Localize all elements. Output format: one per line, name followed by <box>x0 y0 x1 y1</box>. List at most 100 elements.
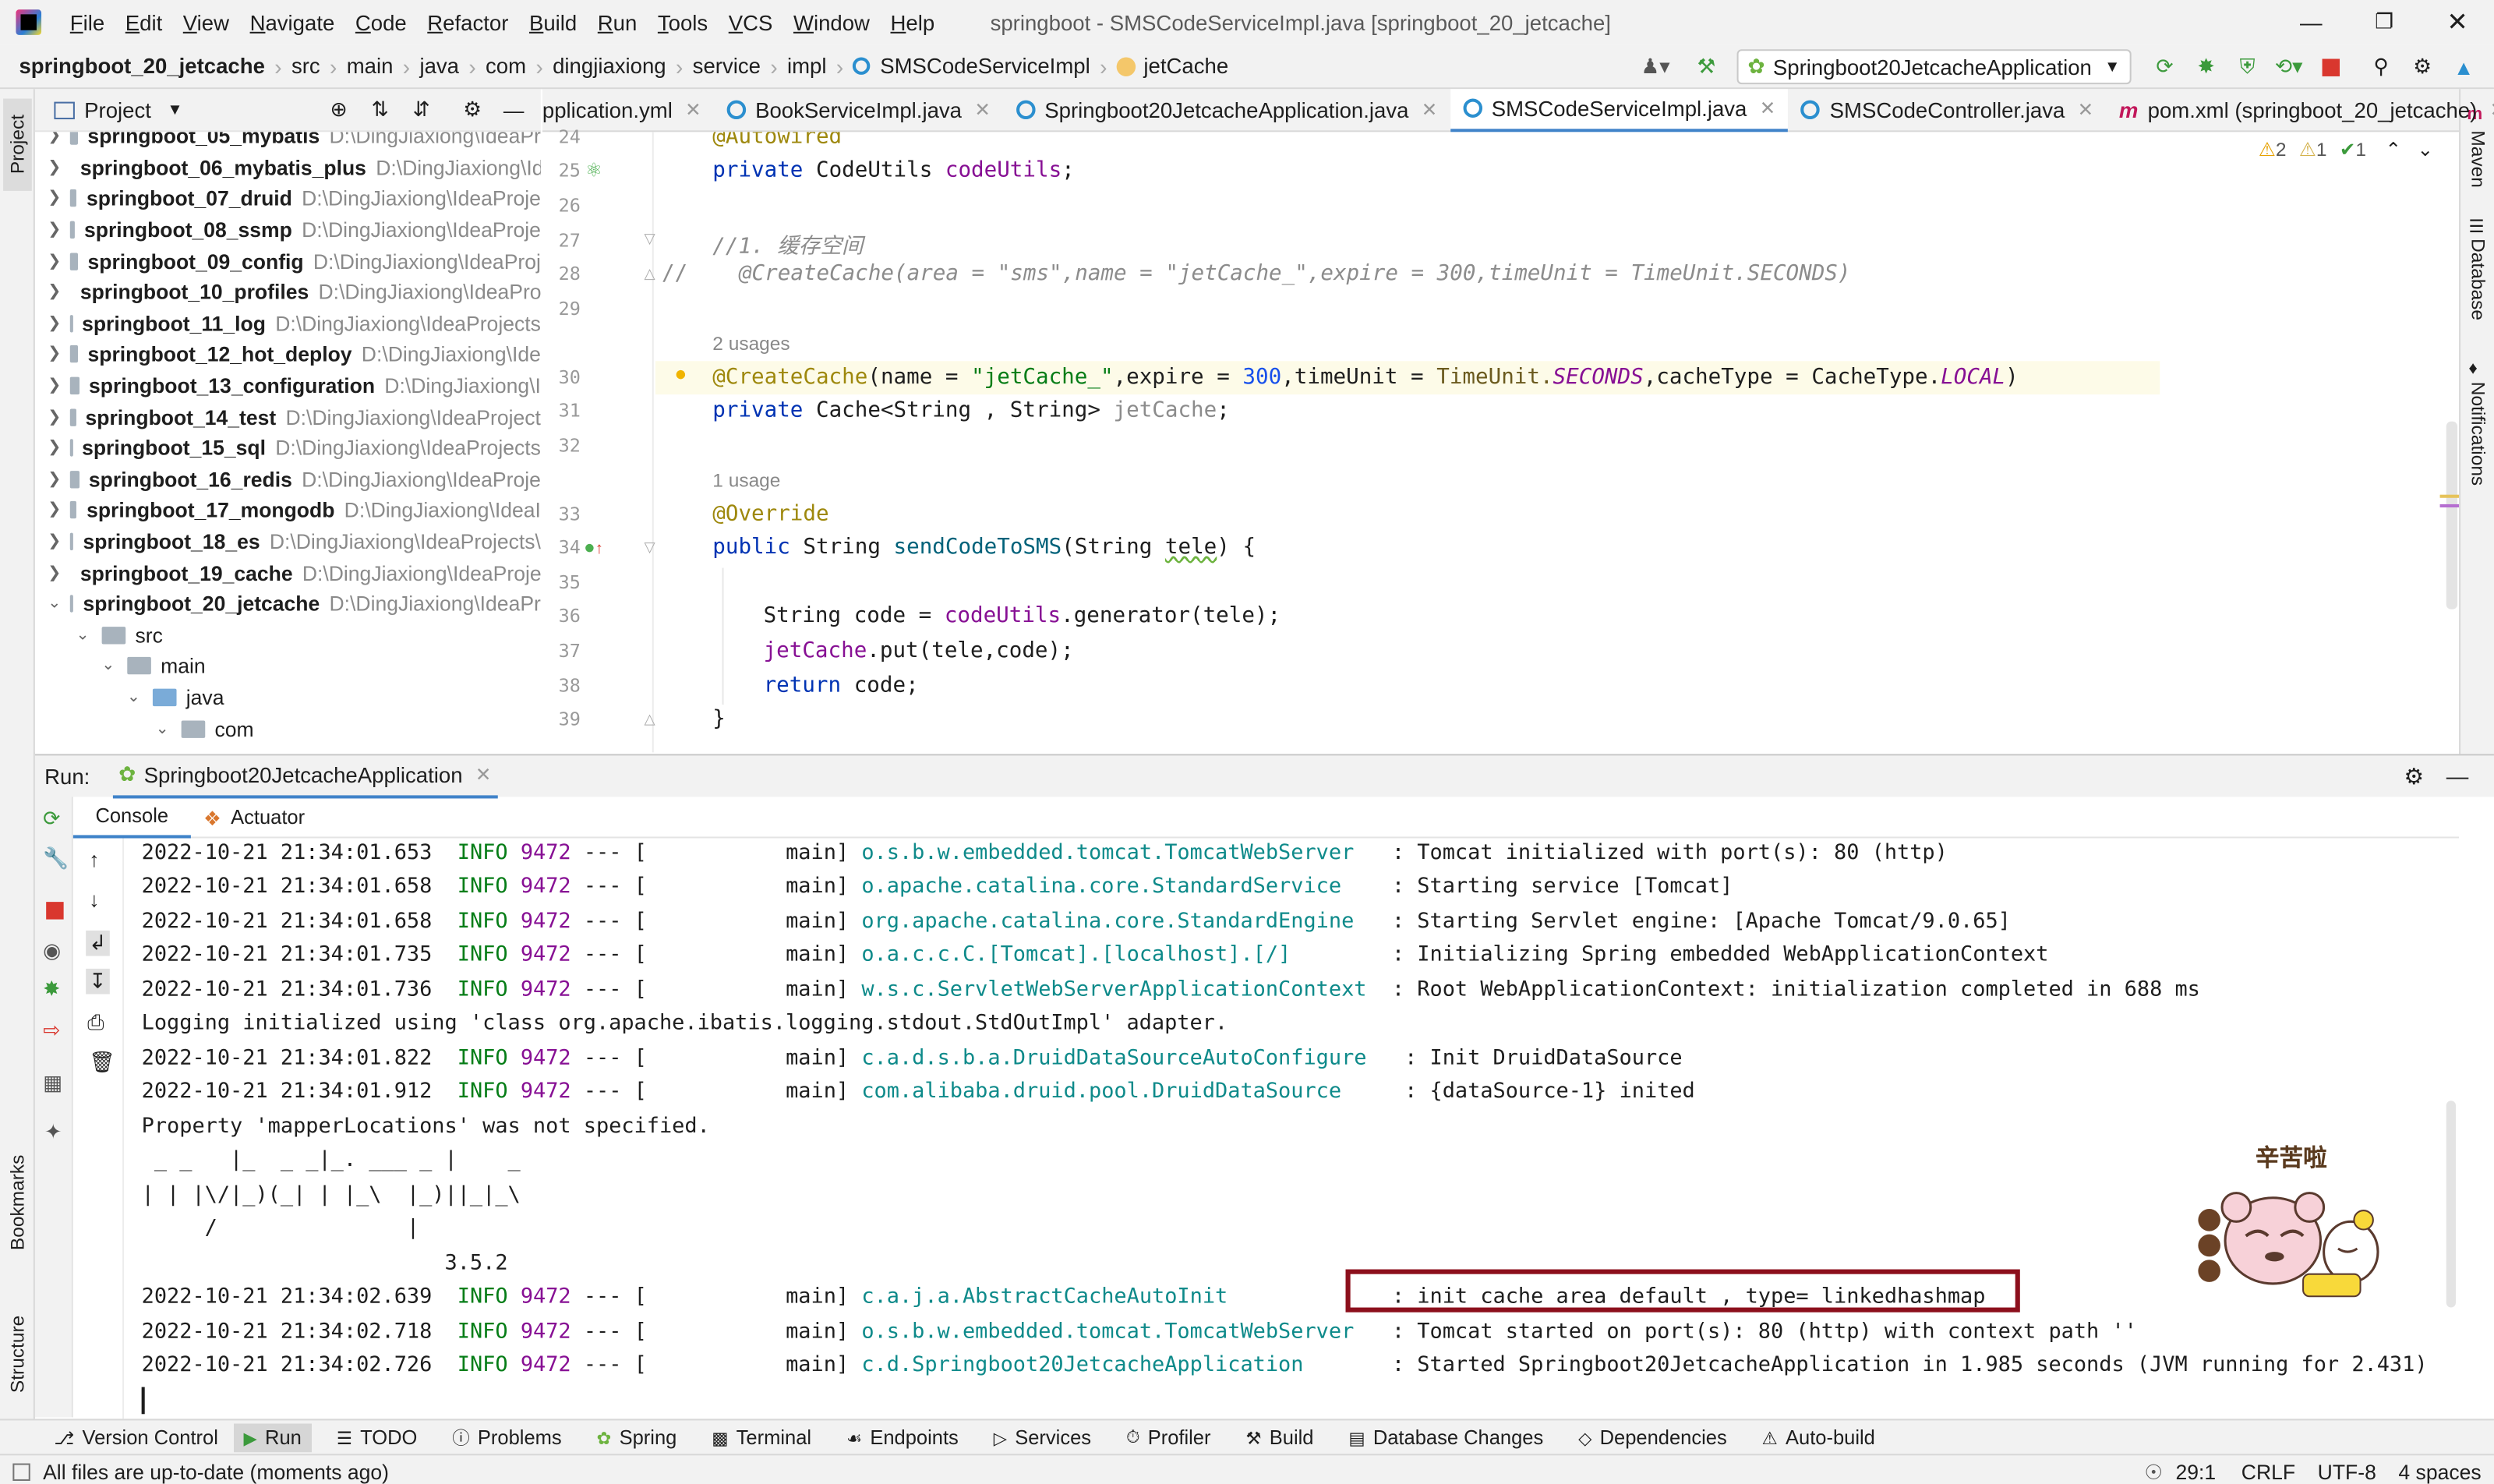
crumb-com[interactable]: com <box>486 54 526 78</box>
menu-help[interactable]: Help <box>890 10 934 34</box>
bulb-icon[interactable]: ● <box>674 361 687 385</box>
tree-item[interactable]: ⌄ com <box>35 713 541 744</box>
fold-icon[interactable]: ▽ <box>645 539 655 556</box>
tab-smscode-service-impl[interactable]: SMSCodeServiceImpl.java ✕ <box>1450 88 1789 132</box>
error-stripe-mark[interactable] <box>2439 494 2460 498</box>
close-icon[interactable]: ✕ <box>475 764 492 786</box>
user-icon[interactable]: ♟▾ <box>1641 52 1669 81</box>
log-logger[interactable]: com.alibaba.druid.pool.DruidDataSource <box>861 1080 1392 1104</box>
gear-icon[interactable]: ⚙ <box>458 95 487 124</box>
hammer-icon[interactable]: ⚒ <box>1692 52 1721 81</box>
menu-view[interactable]: View <box>183 10 229 34</box>
debug-icon[interactable]: ✸ <box>2192 52 2220 81</box>
tree-item[interactable]: ❯ springboot_14_test D:\DingJiaxiong\IdeaP… <box>35 401 541 433</box>
database-tool-button[interactable]: Database <box>2467 238 2489 320</box>
tree-item[interactable]: ❯ springboot_17_mongodb D:\DingJiaxiong\Id… <box>35 495 541 526</box>
tree-item[interactable]: ⌄ main <box>35 651 541 682</box>
arrow-down-icon[interactable]: ↓ <box>89 888 99 912</box>
tree-item[interactable]: ❯ springboot_12_hot_deploy D:\DingJiaxiong… <box>35 339 541 370</box>
maven-tool-button[interactable]: Maven <box>2467 130 2489 188</box>
tab-application-yml[interactable]: pplication.yml ✕ <box>542 88 714 131</box>
menu-code[interactable]: Code <box>355 10 407 34</box>
tool-problems[interactable]: ⓘ Problems <box>452 1426 561 1451</box>
tool-build[interactable]: ⚒ Build <box>1245 1427 1313 1450</box>
log-logger[interactable]: w.s.c.ServletWebServerApplicationContext <box>861 978 1379 1002</box>
toolbox-icon[interactable]: ▲ <box>2450 52 2478 81</box>
crumb-class[interactable]: SMSCodeServiceImpl <box>880 54 1090 78</box>
tool-run[interactable]: ▶ Run <box>234 1423 312 1453</box>
chevron-down-icon[interactable]: ⌄ <box>2417 139 2433 161</box>
tree-item[interactable]: ⌄ springboot_20_jetcache D:\DingJiaxiong\I… <box>35 588 541 620</box>
override-icon[interactable]: ●↑ <box>584 536 603 559</box>
crumb-dingjiaxiong[interactable]: dingjiaxiong <box>553 54 666 78</box>
trash-icon[interactable]: 🗑 <box>89 1050 115 1076</box>
tab-smscode-controller[interactable]: SMSCodeController.java ✕ <box>1789 88 2107 131</box>
status-square-icon[interactable] <box>12 1463 30 1481</box>
crumb-service[interactable]: service <box>693 54 761 78</box>
log-logger[interactable]: c.d.Springboot20JetcacheApplication <box>861 1354 1379 1378</box>
exit-icon[interactable]: ⇨ <box>43 1018 60 1044</box>
tree-item[interactable]: ❯ springboot_08_ssmp D:\DingJiaxiong\IdeaP… <box>35 214 541 246</box>
chevron-up-icon[interactable]: ⌃ <box>2385 139 2401 161</box>
fold-icon[interactable]: ▽ <box>645 231 655 248</box>
structure-tool-button[interactable]: Structure <box>3 1298 32 1409</box>
project-panel-title[interactable]: Project <box>84 98 151 122</box>
layout-icon[interactable]: ▦ <box>43 1070 62 1096</box>
menu-build[interactable]: Build <box>529 10 577 34</box>
tree-item[interactable]: ❯ springboot_07_druid D:\DingJiaxiong\Idea… <box>35 183 541 214</box>
profile-icon[interactable]: ⟲▾ <box>2274 52 2303 81</box>
tree-item[interactable]: ⌄ src <box>35 620 541 651</box>
hide-icon[interactable]: — <box>2446 764 2469 790</box>
tree-item[interactable]: ❯ springboot_18_es D:\DingJiaxiong\IdeaPro… <box>35 526 541 557</box>
code-editor[interactable]: @Autowired private CodeUtils codeUtils; … <box>655 132 2160 753</box>
bean-icon[interactable]: ⚛ <box>585 159 602 182</box>
run-tab[interactable]: ✿ Springboot20JetcacheApplication ✕ <box>111 754 498 798</box>
tool-version-control[interactable]: ⎇ Version Control <box>54 1427 218 1450</box>
coverage-icon[interactable]: ⛨ <box>2233 52 2262 81</box>
caret-position[interactable]: 29:1 <box>2175 1460 2216 1484</box>
fold-icon[interactable]: △ <box>645 266 655 283</box>
tab-springboot20-application[interactable]: Springboot20JetcacheApplication.java ✕ <box>1003 88 1450 131</box>
stop-icon[interactable] <box>46 902 64 920</box>
rerun-icon[interactable]: ⟳ <box>43 807 60 832</box>
tree-item[interactable]: ❯ springboot_06_mybatis_plus D:\DingJiaxio… <box>35 152 541 183</box>
usages-hint[interactable]: 1 usage <box>712 469 780 492</box>
tool-profiler[interactable]: ⏱ Profiler <box>1126 1427 1211 1450</box>
editor-scrollbar[interactable] <box>2446 421 2458 610</box>
tool-spring[interactable]: ✿ Spring <box>597 1427 677 1450</box>
tree-item[interactable]: ❯ springboot_05_mybatis D:\DingJiaxiong\Id… <box>35 132 541 152</box>
tree-item[interactable]: ❯ springboot_19_cache D:\DingJiaxiong\Idea… <box>35 557 541 588</box>
tree-item[interactable]: ❯ springboot_09_config D:\DingJiaxiong\Ide… <box>35 246 541 277</box>
wrench-icon[interactable]: 🔧 <box>43 846 69 872</box>
minimize-button[interactable]: — <box>2274 9 2347 35</box>
log-logger[interactable]: o.apache.catalina.core.StandardService <box>861 874 1379 899</box>
menu-tools[interactable]: Tools <box>658 10 708 34</box>
tree-item[interactable]: ❯ springboot_10_profiles D:\DingJiaxiong\I… <box>35 277 541 308</box>
arrow-up-icon[interactable]: ↑ <box>89 848 99 872</box>
tab-pom-xml[interactable]: m pom.xml (springboot_20_jetcache) ✕ <box>2107 88 2494 131</box>
log-logger[interactable]: c.a.j.a.AbstractCacheAutoInit <box>861 1285 1379 1309</box>
tree-item[interactable]: ⌄ java <box>35 682 541 713</box>
close-icon[interactable]: ✕ <box>685 99 701 122</box>
soft-wrap-icon[interactable]: ↲ <box>86 930 110 956</box>
warning-icon[interactable]: ⚠ <box>2259 139 2276 161</box>
chevron-down-icon[interactable]: ▼ <box>167 101 182 118</box>
tool-services[interactable]: ▷ Services <box>994 1427 1091 1450</box>
tool-todo[interactable]: ☰ TODO <box>337 1427 418 1450</box>
log-logger[interactable]: o.s.b.w.embedded.tomcat.TomcatWebServer <box>861 1320 1379 1344</box>
tool-auto-build[interactable]: ⚠ Auto-build <box>1762 1427 1875 1450</box>
menu-file[interactable]: File <box>70 10 104 34</box>
locate-icon[interactable]: ⊕ <box>324 95 353 124</box>
pin-icon[interactable]: ✦ <box>44 1120 62 1146</box>
rerun-icon[interactable]: ⟳ <box>2150 52 2179 81</box>
close-icon[interactable]: ✕ <box>1760 97 1776 119</box>
lock-icon[interactable]: ☉ <box>2144 1459 2163 1484</box>
close-icon[interactable]: ✕ <box>974 99 991 122</box>
tab-book-service-impl[interactable]: BookServiceImpl.java ✕ <box>714 88 1003 131</box>
tool-database-changes[interactable]: ▤ Database Changes <box>1348 1427 1543 1450</box>
crumb-field[interactable]: jetCache <box>1143 54 1228 78</box>
gear-icon[interactable]: ⚙ <box>2408 52 2437 81</box>
debug-icon[interactable]: ✸ <box>43 977 60 1002</box>
collapse-all-icon[interactable]: ⇵ <box>407 95 436 124</box>
tool-dependencies[interactable]: ◇ Dependencies <box>1578 1427 1727 1450</box>
